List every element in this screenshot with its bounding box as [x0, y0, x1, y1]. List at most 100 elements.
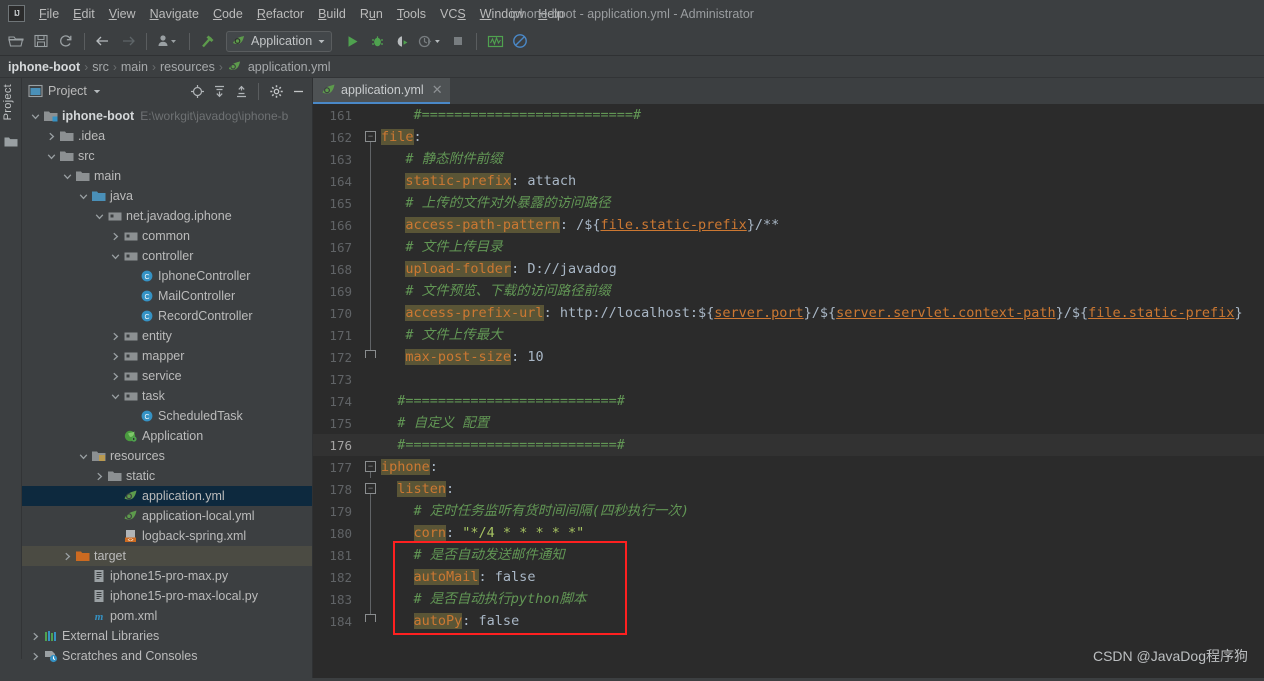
chevron-down-icon[interactable] [30, 111, 41, 122]
locate-icon[interactable] [187, 81, 207, 101]
settings-gear-icon[interactable] [266, 81, 286, 101]
breadcrumb-item-application-yml[interactable]: application.yml [248, 60, 331, 74]
chevron-right-icon[interactable] [110, 371, 121, 382]
tree-item--idea[interactable]: .idea [22, 126, 312, 146]
fold-gutter[interactable] [361, 456, 381, 478]
code-line[interactable]: 178 listen: [313, 478, 1264, 500]
code-line[interactable]: 166 access-path-pattern: /${file.static-… [313, 214, 1264, 236]
project-tool-button[interactable]: Project [2, 84, 14, 120]
menu-item-refactor[interactable]: Refactor [250, 4, 311, 24]
chevron-right-icon[interactable] [110, 351, 121, 362]
sync-icon[interactable] [54, 29, 78, 53]
no-entry-icon[interactable] [508, 29, 532, 53]
chevron-down-icon[interactable] [62, 171, 73, 182]
tree-item-target[interactable]: target [22, 546, 312, 566]
chevron-right-icon[interactable] [94, 471, 105, 482]
tree-item-scheduledtask[interactable]: CScheduledTask [22, 406, 312, 426]
code-line[interactable]: 177iphone: [313, 456, 1264, 478]
tree-item-application-yml[interactable]: application.yml [22, 486, 312, 506]
code-line[interactable]: 169 # 文件预览、下载的访问路径前缀 [313, 280, 1264, 302]
fold-toggle-icon[interactable] [365, 483, 376, 494]
chevron-right-icon[interactable] [46, 131, 57, 142]
tree-item-logback-spring-xml[interactable]: <>logback-spring.xml [22, 526, 312, 546]
code-line[interactable]: 162file: [313, 126, 1264, 148]
expand-all-icon[interactable] [209, 81, 229, 101]
code-line[interactable]: 163 # 静态附件前缀 [313, 148, 1264, 170]
tree-item-mapper[interactable]: mapper [22, 346, 312, 366]
code-line[interactable]: 165 # 上传的文件对外暴露的访问路径 [313, 192, 1264, 214]
tree-item-recordcontroller[interactable]: CRecordController [22, 306, 312, 326]
chevron-right-icon[interactable] [30, 651, 41, 662]
profile-user-icon[interactable] [153, 29, 183, 53]
save-all-icon[interactable] [29, 29, 53, 53]
chevron-down-icon[interactable] [92, 87, 102, 96]
menu-item-view[interactable]: View [102, 4, 143, 24]
tree-item-iphone15-pro-max-local-py[interactable]: iphone15-pro-max-local.py [22, 586, 312, 606]
tree-item-service[interactable]: service [22, 366, 312, 386]
tree-item-src[interactable]: src [22, 146, 312, 166]
tree-item-external-libraries[interactable]: External Libraries [22, 626, 312, 646]
close-icon[interactable]: ✕ [432, 82, 443, 98]
run-coverage-icon[interactable] [390, 29, 414, 53]
tree-item-mailcontroller[interactable]: CMailController [22, 286, 312, 306]
tree-item-common[interactable]: common [22, 226, 312, 246]
tree-item-pom-xml[interactable]: mpom.xml [22, 606, 312, 626]
run-icon[interactable] [340, 29, 364, 53]
menu-item-navigate[interactable]: Navigate [143, 4, 206, 24]
menu-item-edit[interactable]: Edit [66, 4, 102, 24]
code-line[interactable]: 175 # 自定义 配置 [313, 412, 1264, 434]
code-line[interactable]: 174 #==========================# [313, 390, 1264, 412]
folder-icon[interactable] [4, 135, 18, 153]
forward-arrow-icon[interactable] [116, 29, 140, 53]
tree-item-net-javadog-iphone[interactable]: net.javadog.iphone [22, 206, 312, 226]
code-line[interactable]: 171 # 文件上传最大 [313, 324, 1264, 346]
breadcrumb-item-src[interactable]: src [92, 60, 109, 74]
menu-item-run[interactable]: Run [353, 4, 390, 24]
tree-item-iphonecontroller[interactable]: CIphoneController [22, 266, 312, 286]
code-line[interactable]: 161 #==========================# [313, 104, 1264, 126]
tree-item-resources[interactable]: resources [22, 446, 312, 466]
chevron-right-icon[interactable] [110, 231, 121, 242]
breadcrumb-item-main[interactable]: main [121, 60, 148, 74]
menu-item-build[interactable]: Build [311, 4, 353, 24]
menu-item-file[interactable]: File [32, 4, 66, 24]
build-hammer-icon[interactable] [196, 29, 220, 53]
code-line[interactable]: 184 autoPy: false [313, 610, 1264, 632]
code-line[interactable]: 179 # 定时任务监听有货时间间隔(四秒执行一次) [313, 500, 1264, 522]
tree-item-task[interactable]: task [22, 386, 312, 406]
hide-icon[interactable] [288, 81, 308, 101]
tree-item-application-local-yml[interactable]: application-local.yml [22, 506, 312, 526]
chevron-down-icon[interactable] [110, 251, 121, 262]
open-folder-icon[interactable] [4, 29, 28, 53]
chevron-down-icon[interactable] [78, 191, 89, 202]
tree-item-entity[interactable]: entity [22, 326, 312, 346]
chevron-right-icon[interactable] [62, 551, 73, 562]
chevron-down-icon[interactable] [46, 151, 57, 162]
code-line[interactable]: 168 upload-folder: D://javadog [313, 258, 1264, 280]
run-configuration-selector[interactable]: Application [226, 31, 332, 52]
menu-item-vcs[interactable]: VCS [433, 4, 473, 24]
tree-item-iphone-boot[interactable]: iphone-bootE:\workgit\javadog\iphone-b [22, 106, 312, 126]
collapse-all-icon[interactable] [231, 81, 251, 101]
debug-icon[interactable] [365, 29, 389, 53]
monitor-icon[interactable] [483, 29, 507, 53]
tree-item-java[interactable]: java [22, 186, 312, 206]
fold-gutter[interactable] [361, 126, 381, 148]
fold-toggle-icon[interactable] [365, 461, 376, 472]
editor-tab-application-yml[interactable]: application.yml ✕ [313, 78, 450, 104]
breadcrumb-item-resources[interactable]: resources [160, 60, 215, 74]
stop-icon[interactable] [446, 29, 470, 53]
fold-gutter[interactable] [361, 478, 381, 500]
code-line[interactable]: 170 access-prefix-url: http://localhost:… [313, 302, 1264, 324]
chevron-down-icon[interactable] [78, 451, 89, 462]
back-arrow-icon[interactable] [91, 29, 115, 53]
tree-item-controller[interactable]: controller [22, 246, 312, 266]
chevron-right-icon[interactable] [110, 331, 121, 342]
code-line[interactable]: 176 #==========================# [313, 434, 1264, 456]
code-line[interactable]: 181 # 是否自动发送邮件通知 [313, 544, 1264, 566]
tree-item-iphone15-pro-max-py[interactable]: iphone15-pro-max.py [22, 566, 312, 586]
code-line[interactable]: 180 corn: "*/4 * * * * *" [313, 522, 1264, 544]
chevron-down-icon[interactable] [94, 211, 105, 222]
chevron-right-icon[interactable] [30, 631, 41, 642]
menu-item-tools[interactable]: Tools [390, 4, 433, 24]
